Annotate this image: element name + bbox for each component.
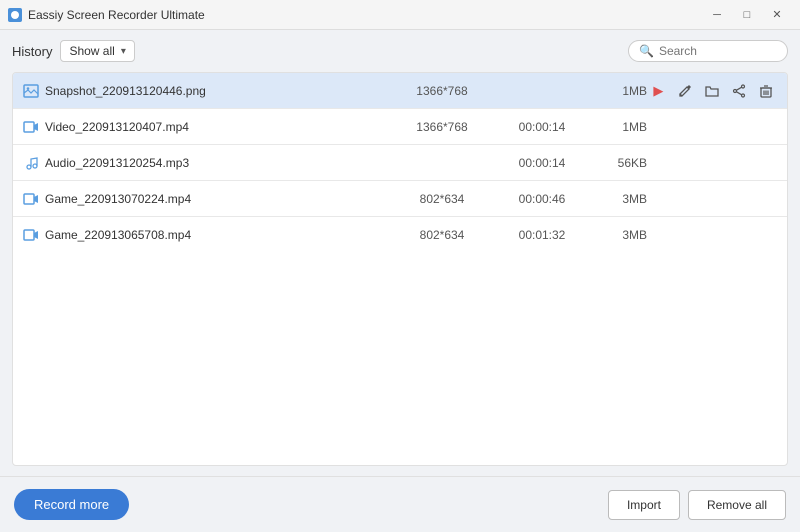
import-button[interactable]: Import bbox=[608, 490, 680, 520]
minimize-button[interactable]: ─ bbox=[702, 4, 732, 26]
file-type-icon bbox=[23, 191, 39, 207]
file-size: 3MB bbox=[587, 192, 647, 206]
search-icon: 🔍 bbox=[639, 44, 654, 58]
play-button[interactable]: ▶ bbox=[647, 78, 670, 104]
file-name: Audio_220913120254.mp3 bbox=[23, 155, 387, 171]
file-resolution: 802*634 bbox=[387, 228, 497, 242]
record-more-button[interactable]: Record more bbox=[14, 489, 129, 520]
window-controls: ─ □ ✕ bbox=[702, 4, 792, 26]
chevron-down-icon: ▾ bbox=[121, 46, 126, 57]
recordings-table: Snapshot_220913120446.png 1366*768 1MB ▶ bbox=[12, 72, 788, 466]
filter-dropdown[interactable]: Show all ▾ bbox=[60, 40, 134, 62]
toolbar: History Show all ▾ 🔍 bbox=[12, 40, 788, 62]
file-type-icon bbox=[23, 83, 39, 99]
share-button[interactable] bbox=[727, 78, 750, 104]
file-size: 3MB bbox=[587, 228, 647, 242]
title-bar: Eassiy Screen Recorder Ultimate ─ □ ✕ bbox=[0, 0, 800, 30]
delete-button[interactable] bbox=[754, 78, 777, 104]
maximize-button[interactable]: □ bbox=[732, 4, 762, 26]
main-area: History Show all ▾ 🔍 Snapshot_2209131204… bbox=[0, 30, 800, 476]
file-name: Game_220913070224.mp4 bbox=[23, 191, 387, 207]
file-name: Game_220913065708.mp4 bbox=[23, 227, 387, 243]
file-resolution: 1366*768 bbox=[387, 120, 497, 134]
file-resolution: 1366*768 bbox=[387, 84, 497, 98]
file-type-icon bbox=[23, 119, 39, 135]
toolbar-left: History Show all ▾ bbox=[12, 40, 135, 62]
file-duration: 00:00:14 bbox=[497, 156, 587, 170]
table-row[interactable]: Snapshot_220913120446.png 1366*768 1MB ▶ bbox=[13, 73, 787, 109]
table-row[interactable]: Video_220913120407.mp4 1366*768 00:00:14… bbox=[13, 109, 787, 145]
search-box[interactable]: 🔍 bbox=[628, 40, 788, 62]
file-type-icon bbox=[23, 155, 39, 171]
file-size: 1MB bbox=[587, 120, 647, 134]
remove-all-button[interactable]: Remove all bbox=[688, 490, 786, 520]
title-bar-left: Eassiy Screen Recorder Ultimate bbox=[8, 8, 205, 22]
file-name: Snapshot_220913120446.png bbox=[23, 83, 387, 99]
table-row[interactable]: Game_220913070224.mp4 802*634 00:00:46 3… bbox=[13, 181, 787, 217]
row-actions: ▶ bbox=[647, 78, 777, 104]
file-duration: 00:01:32 bbox=[497, 228, 587, 242]
file-duration: 00:00:46 bbox=[497, 192, 587, 206]
edit-button[interactable] bbox=[674, 78, 697, 104]
table-row[interactable]: Audio_220913120254.mp3 00:00:14 56KB bbox=[13, 145, 787, 181]
table-row[interactable]: Game_220913065708.mp4 802*634 00:01:32 3… bbox=[13, 217, 787, 253]
app-icon bbox=[8, 8, 22, 22]
search-input[interactable] bbox=[659, 44, 777, 58]
file-duration: 00:00:14 bbox=[497, 120, 587, 134]
bottom-right-actions: Import Remove all bbox=[608, 490, 786, 520]
history-label: History bbox=[12, 44, 52, 59]
close-button[interactable]: ✕ bbox=[762, 4, 792, 26]
file-type-icon bbox=[23, 227, 39, 243]
app-title: Eassiy Screen Recorder Ultimate bbox=[28, 8, 205, 22]
bottom-bar: Record more Import Remove all bbox=[0, 476, 800, 532]
file-resolution: 802*634 bbox=[387, 192, 497, 206]
dropdown-value: Show all bbox=[69, 44, 114, 58]
open-folder-button[interactable] bbox=[701, 78, 724, 104]
file-size: 56KB bbox=[587, 156, 647, 170]
file-name: Video_220913120407.mp4 bbox=[23, 119, 387, 135]
file-size: 1MB bbox=[587, 84, 647, 98]
